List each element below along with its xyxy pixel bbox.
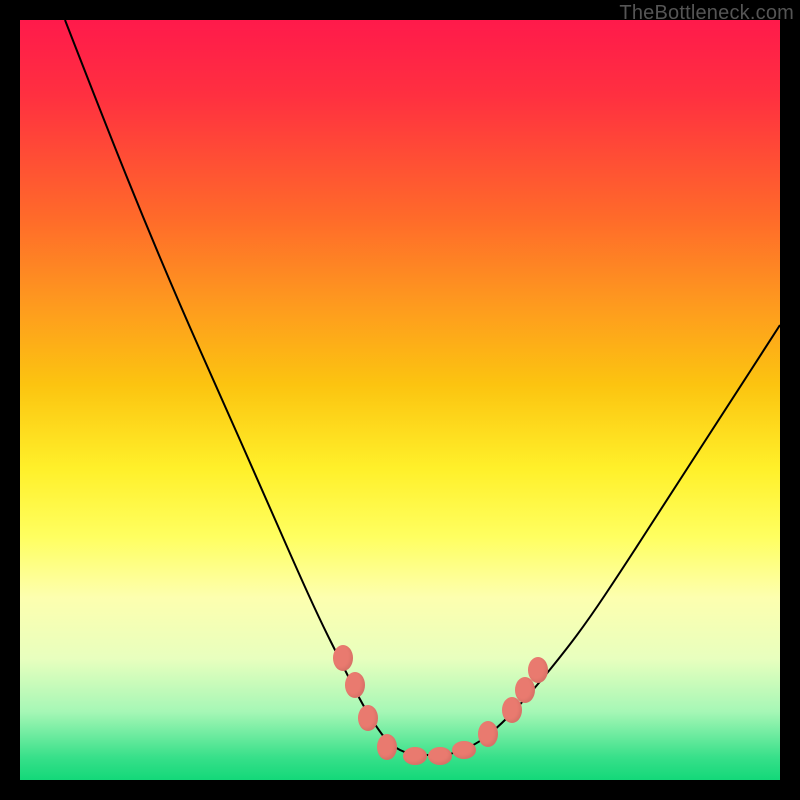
curve-marker xyxy=(478,721,498,747)
curve-marker xyxy=(377,734,397,760)
curve-marker xyxy=(428,747,452,765)
curve-marker xyxy=(345,672,365,698)
curve-marker xyxy=(358,705,378,731)
plot-area xyxy=(20,20,780,780)
curve-marker xyxy=(333,645,353,671)
curve-markers xyxy=(20,20,780,780)
curve-marker xyxy=(403,747,427,765)
watermark-text: TheBottleneck.com xyxy=(619,2,794,25)
curve-marker xyxy=(528,657,548,683)
curve-marker xyxy=(452,741,476,759)
chart-frame: TheBottleneck.com xyxy=(0,0,800,800)
